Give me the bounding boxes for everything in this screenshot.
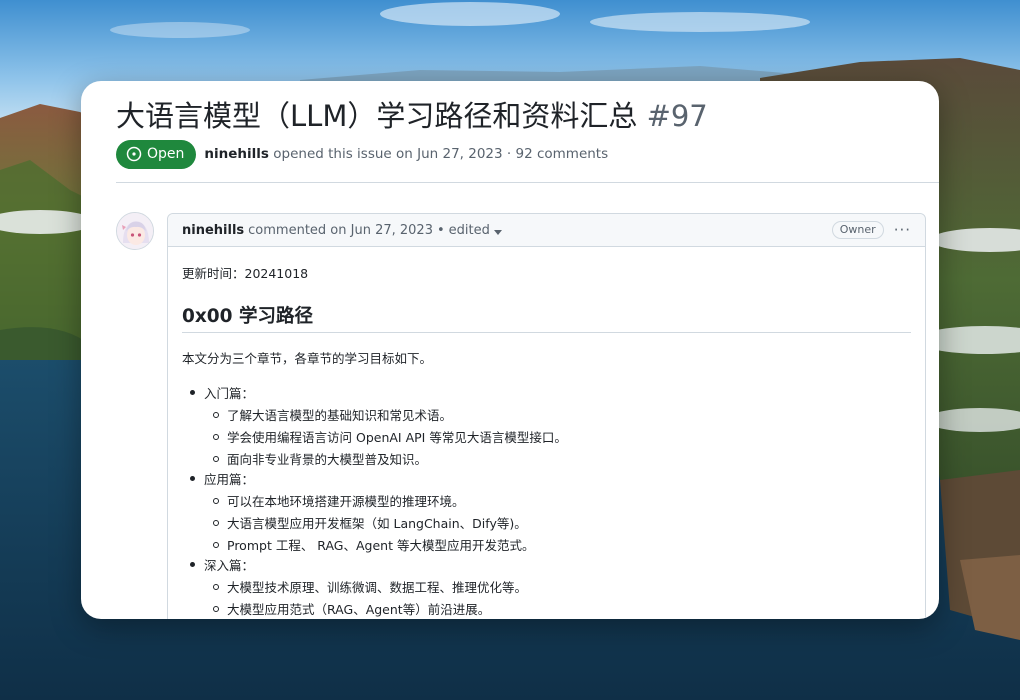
list-item: 学会使用编程语言访问 OpenAI API 等常见大语言模型接口。 <box>213 427 567 446</box>
circle-bullet-icon <box>213 433 219 440</box>
issue-meta: Open ninehills opened this issue on Jun … <box>116 139 608 169</box>
comment-action: commented on Jun 27, 2023 <box>248 222 433 238</box>
issue-title: 大语言模型（LLM）学习路径和资料汇总 #97 <box>116 96 708 136</box>
edited-dropdown[interactable]: edited <box>449 223 502 238</box>
status-badge: Open <box>116 139 197 169</box>
list-item-text: 大语言模型应用开发框架（如 LangChain、Dify等)。 <box>227 516 527 531</box>
list-item-text: 面向非专业背景的大模型普及知识。 <box>227 452 428 467</box>
issue-title-text: 大语言模型（LLM）学习路径和资料汇总 <box>116 99 638 133</box>
list-item: 可以在本地环境搭建开源模型的推理环境。 <box>213 491 465 510</box>
list-item: 大模型技术原理、训练微调、数据工程、推理优化等。 <box>213 577 527 596</box>
owner-badge: Owner <box>831 221 884 239</box>
issue-card: 大语言模型（LLM）学习路径和资料汇总 #97 Open ninehills o… <box>81 81 939 619</box>
list-item-text: 了解大语言模型的基础知识和常见术语。 <box>227 408 453 423</box>
circle-bullet-icon <box>213 455 219 462</box>
comment-header: ninehills commented on Jun 27, 2023 • ed… <box>168 214 925 247</box>
avatar[interactable] <box>116 212 154 250</box>
issue-author-link[interactable]: ninehills <box>204 146 269 162</box>
header-divider <box>116 182 939 183</box>
circle-bullet-icon <box>213 605 219 612</box>
bullet-icon <box>190 476 195 481</box>
issue-opened-icon <box>126 146 142 162</box>
issue-number: #97 <box>646 99 708 133</box>
list-item-text: 大模型技术原理、训练微调、数据工程、推理优化等。 <box>227 580 528 595</box>
separator-dot: • <box>436 222 445 238</box>
edited-label: edited <box>448 222 490 238</box>
circle-bullet-icon <box>213 541 219 548</box>
list-item-label: 入门篇： <box>204 386 255 401</box>
status-label: Open <box>147 146 185 162</box>
circle-bullet-icon <box>213 497 219 504</box>
issue-meta-text: ninehills opened this issue on Jun 27, 2… <box>204 146 608 162</box>
list-item: 入门篇： <box>190 383 254 402</box>
issue-meta-detail: opened this issue on Jun 27, 2023 · 92 c… <box>273 146 609 162</box>
heading-rule <box>182 332 911 333</box>
list-item: 深入篇： <box>190 555 254 574</box>
updated-text: 更新时间：20241018 <box>182 266 309 281</box>
kebab-menu-icon[interactable]: ··· <box>894 221 911 239</box>
list-item-text: 大模型应用范式（RAG、Agent等）前沿进展。 <box>227 602 491 617</box>
avatar-image <box>117 213 153 249</box>
comment-author-link[interactable]: ninehills <box>182 223 244 238</box>
bullet-icon <box>190 390 195 395</box>
caret-down-icon <box>493 229 502 235</box>
list-item-label: 应用篇： <box>204 472 255 487</box>
list-item: 大模型应用范式（RAG、Agent等）前沿进展。 <box>213 599 490 618</box>
intro-text: 本文分为三个章节，各章节的学习目标如下。 <box>182 351 433 366</box>
list-item: 了解大语言模型的基础知识和常见术语。 <box>213 405 452 424</box>
list-item-label: 深入篇： <box>204 558 255 573</box>
list-item: 面向非专业背景的大模型普及知识。 <box>213 449 427 468</box>
circle-bullet-icon <box>213 411 219 418</box>
list-item-text: Prompt 工程、 RAG、Agent 等大模型应用开发范式。 <box>227 538 535 553</box>
list-item-text: 可以在本地环境搭建开源模型的推理环境。 <box>227 494 465 509</box>
circle-bullet-icon <box>213 583 219 590</box>
comment-box: ninehills commented on Jun 27, 2023 • ed… <box>167 213 926 619</box>
circle-bullet-icon <box>213 519 219 526</box>
list-item: 应用篇： <box>190 469 254 488</box>
list-item: Prompt 工程、 RAG、Agent 等大模型应用开发范式。 <box>213 535 534 554</box>
section-heading: 0x00 学习路径 <box>182 306 313 327</box>
bullet-icon <box>190 562 195 567</box>
list-item: 大语言模型应用开发框架（如 LangChain、Dify等)。 <box>213 513 527 532</box>
list-item-text: 学会使用编程语言访问 OpenAI API 等常见大语言模型接口。 <box>227 430 567 445</box>
